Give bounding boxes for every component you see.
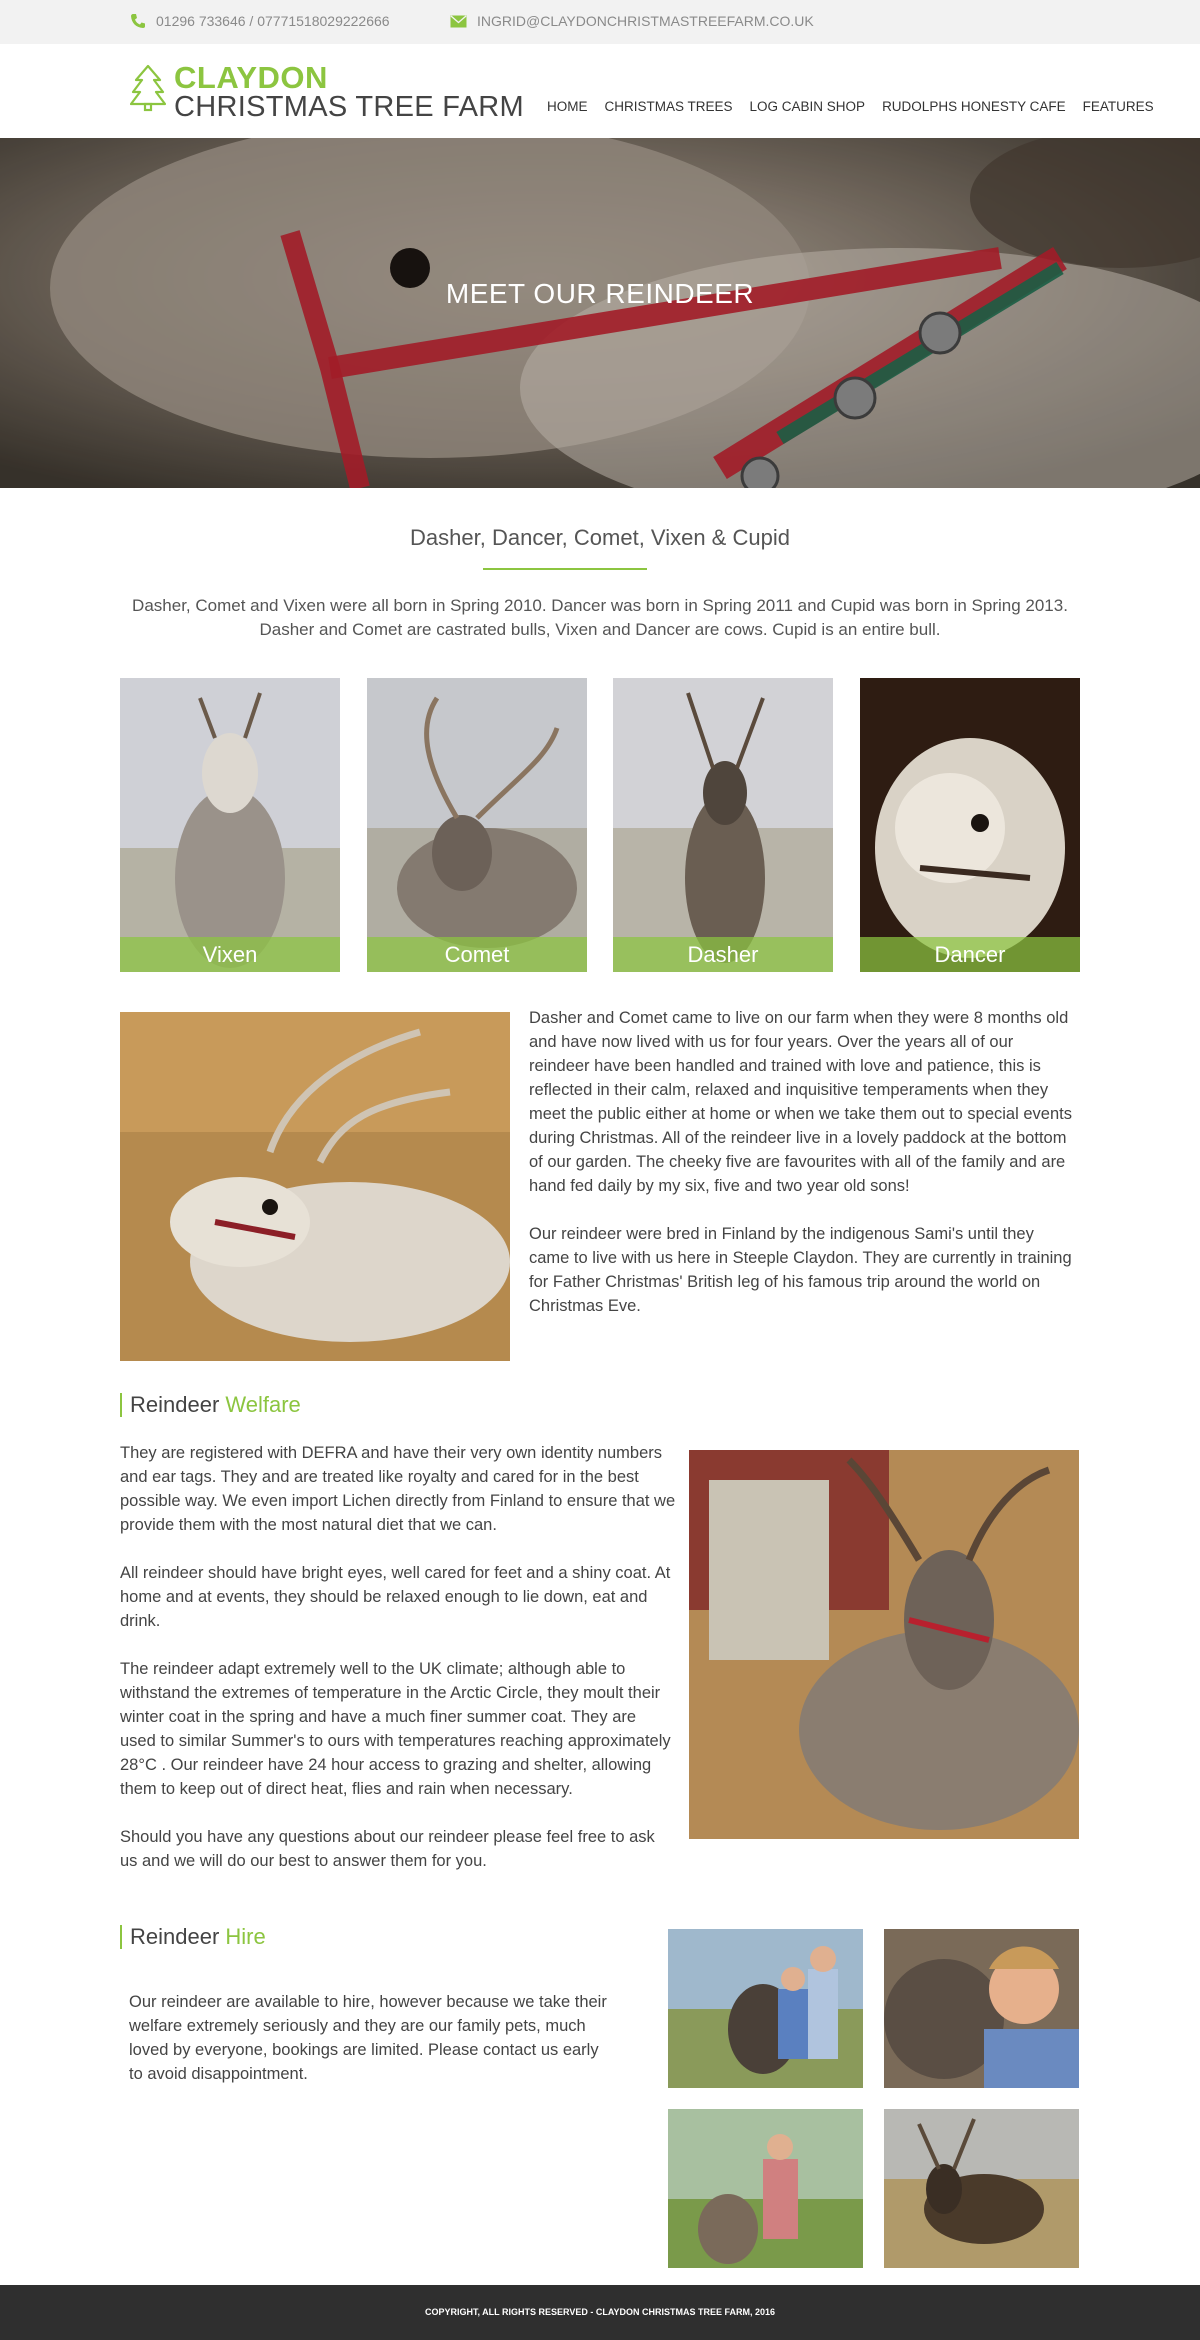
nav-christmas-trees[interactable]: CHRISTMAS TREES bbox=[605, 99, 733, 114]
logo-line-2: CHRISTMAS TREE FARM bbox=[174, 91, 524, 123]
reindeer-name: Dasher bbox=[613, 937, 833, 972]
children-with-reindeer-image bbox=[668, 1929, 863, 2088]
site-header: CLAYDON CHRISTMAS TREE FARM HOME CHRISTM… bbox=[0, 44, 1200, 138]
reindeer-card-dancer[interactable]: Dancer bbox=[860, 678, 1080, 972]
dasher-photo bbox=[613, 678, 833, 972]
top-contact-bar: 01296 733646 / 07771518029222666 INGRID@… bbox=[0, 0, 1200, 44]
nav-rudolphs-cafe[interactable]: RUDOLPHS HONESTY CAFE bbox=[882, 99, 1066, 114]
reindeer-card-dasher[interactable]: Dasher bbox=[613, 678, 833, 972]
intro-line-1: Dasher, Comet and Vixen were all born in… bbox=[132, 596, 1068, 615]
welfare-heading: Reindeer Welfare bbox=[120, 1393, 301, 1417]
main-nav: HOME CHRISTMAS TREES LOG CABIN SHOP RUDO… bbox=[547, 99, 1171, 114]
welfare-reindeer-image bbox=[689, 1450, 1079, 1839]
logo-line-1: CLAYDON bbox=[174, 60, 328, 95]
comet-photo bbox=[367, 678, 587, 972]
welfare-reindeer-photo bbox=[689, 1450, 1079, 1839]
reindeer-name: Vixen bbox=[120, 937, 340, 972]
hire-photo-3[interactable] bbox=[668, 2109, 863, 2268]
reindeer-card-comet[interactable]: Comet bbox=[367, 678, 587, 972]
reindeer-card-vixen[interactable]: Vixen bbox=[120, 678, 340, 972]
lying-reindeer-photo bbox=[120, 1012, 510, 1361]
hire-text: Our reindeer are available to hire, howe… bbox=[129, 1990, 614, 2110]
reindeer-in-field-image bbox=[884, 2109, 1079, 2268]
title-divider bbox=[483, 568, 647, 570]
hero-title: MEET OUR REINDEER bbox=[445, 278, 755, 309]
hero-banner: MEET OUR REINDEER bbox=[0, 138, 1200, 488]
phone-icon bbox=[131, 14, 145, 28]
vixen-photo bbox=[120, 678, 340, 972]
reindeer-name: Comet bbox=[367, 937, 587, 972]
about-paragraph-2: Our reindeer were bred in Finland by the… bbox=[529, 1225, 1072, 1315]
welfare-paragraph-4: Should you have any questions about our … bbox=[120, 1828, 655, 1870]
site-footer: COPYRIGHT, ALL RIGHTS RESERVED - CLAYDON… bbox=[0, 2285, 1200, 2340]
welfare-paragraph-2: All reindeer should have bright eyes, we… bbox=[120, 1564, 671, 1630]
welfare-paragraph-1: They are registered with DEFRA and have … bbox=[120, 1444, 676, 1534]
reindeer-name: Dancer bbox=[860, 937, 1080, 972]
about-text: Dasher and Comet came to live on our far… bbox=[529, 1006, 1074, 1342]
hire-photo-1[interactable] bbox=[668, 1929, 863, 2088]
section-title: Dasher, Dancer, Comet, Vixen & Cupid bbox=[410, 525, 790, 550]
email-contact[interactable]: INGRID@CLAYDONCHRISTMASTREEFARM.CO.UK bbox=[450, 13, 814, 29]
boy-with-reindeer-image bbox=[884, 1929, 1079, 2088]
hire-photo-2[interactable] bbox=[884, 1929, 1079, 2088]
hire-photo-4[interactable] bbox=[884, 2109, 1079, 2268]
hire-heading-b: Hire bbox=[225, 1924, 266, 1949]
copyright-text: COPYRIGHT, ALL RIGHTS RESERVED - CLAYDON… bbox=[424, 2307, 776, 2317]
welfare-heading-a: Reindeer bbox=[130, 1392, 226, 1417]
tree-logo-icon bbox=[130, 64, 166, 112]
intro-line-2: Dasher and Comet are castrated bulls, Vi… bbox=[259, 620, 941, 639]
welfare-text: They are registered with DEFRA and have … bbox=[120, 1441, 676, 1897]
hire-heading: Reindeer Hire bbox=[120, 1925, 266, 1949]
welfare-paragraph-3: The reindeer adapt extremely well to the… bbox=[120, 1660, 671, 1798]
phone-contact[interactable]: 01296 733646 / 07771518029222666 bbox=[130, 13, 390, 29]
email-address: INGRID@CLAYDONCHRISTMASTREEFARM.CO.UK bbox=[477, 13, 814, 29]
dancer-photo bbox=[860, 678, 1080, 972]
welfare-heading-b: Welfare bbox=[225, 1392, 301, 1417]
hero-reindeer-image bbox=[0, 138, 1200, 488]
phone-number: 01296 733646 / 07771518029222666 bbox=[156, 13, 390, 29]
woman-with-reindeer-image bbox=[668, 2109, 863, 2268]
nav-home[interactable]: HOME bbox=[547, 99, 588, 114]
nav-log-cabin-shop[interactable]: LOG CABIN SHOP bbox=[750, 99, 866, 114]
hire-paragraph: Our reindeer are available to hire, howe… bbox=[129, 1993, 607, 2083]
intro-text: Dasher, Comet and Vixen were all born in… bbox=[120, 594, 1080, 642]
hire-heading-a: Reindeer bbox=[130, 1924, 226, 1949]
lying-reindeer-image bbox=[120, 1012, 510, 1361]
about-paragraph-1: Dasher and Comet came to live on our far… bbox=[529, 1009, 1072, 1195]
site-logo[interactable]: CLAYDON CHRISTMAS TREE FARM bbox=[130, 60, 524, 123]
nav-features[interactable]: FEATURES bbox=[1083, 99, 1154, 114]
envelope-icon bbox=[450, 14, 467, 27]
